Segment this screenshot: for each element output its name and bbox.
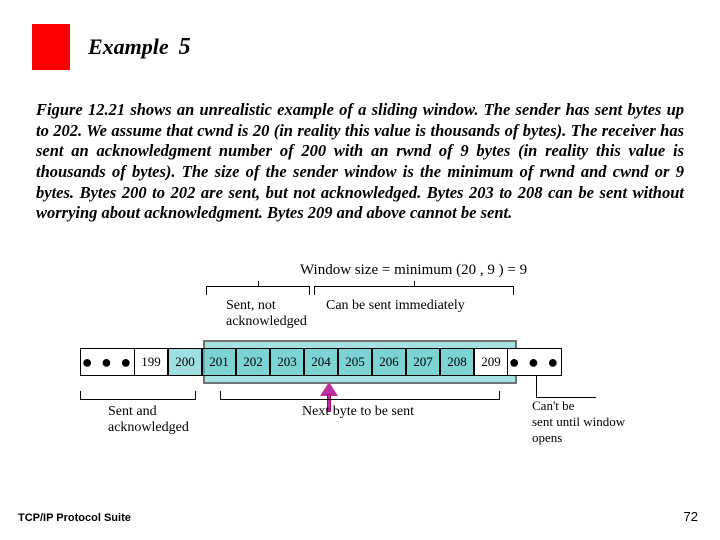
example-number: 5 [179, 34, 191, 60]
byte-201: 201 [202, 348, 236, 376]
sliding-window-figure: Window size = minimum (20 , 9 ) = 9 Sent… [80, 262, 640, 482]
slide-header: Example 5 [32, 24, 191, 70]
body-paragraph: Figure 12.21 shows an unrealistic exampl… [36, 100, 684, 224]
label-can-send: Can be sent immediately [326, 298, 465, 314]
example-title: Example 5 [88, 34, 191, 61]
byte-209: 209 [474, 348, 508, 376]
byte-207: 207 [406, 348, 440, 376]
brace-next-byte [220, 390, 500, 400]
leader-line-cant-send [536, 376, 596, 398]
label-cant-send: Can't be sent until window opens [532, 398, 652, 446]
byte-199: 199 [134, 348, 168, 376]
byte-200: 200 [168, 348, 202, 376]
label-sent-not-ack: Sent, not acknowledged [226, 298, 307, 330]
byte-204: 204 [304, 348, 338, 376]
red-accent-box [32, 24, 70, 70]
window-size-equation: Window size = minimum (20 , 9 ) = 9 [300, 262, 527, 279]
byte-202: 202 [236, 348, 270, 376]
byte-208: 208 [440, 348, 474, 376]
label-next-byte: Next byte to be sent [302, 404, 414, 420]
label-sent-ack: Sent and acknowledged [108, 404, 218, 436]
ellipsis-right: ● ● ● [508, 348, 562, 376]
byte-205: 205 [338, 348, 372, 376]
byte-strip: ● ● ● 199 200 201 202 203 204 205 206 20… [80, 348, 640, 376]
brace-sent-ack [80, 390, 196, 400]
page-number: 72 [684, 509, 698, 524]
brace-sent-not-ack [206, 286, 310, 296]
byte-203: 203 [270, 348, 304, 376]
example-word: Example [88, 34, 169, 59]
ellipsis-left: ● ● ● [80, 348, 134, 376]
brace-can-send [314, 286, 514, 296]
footer-title: TCP/IP Protocol Suite [18, 512, 131, 524]
byte-206: 206 [372, 348, 406, 376]
